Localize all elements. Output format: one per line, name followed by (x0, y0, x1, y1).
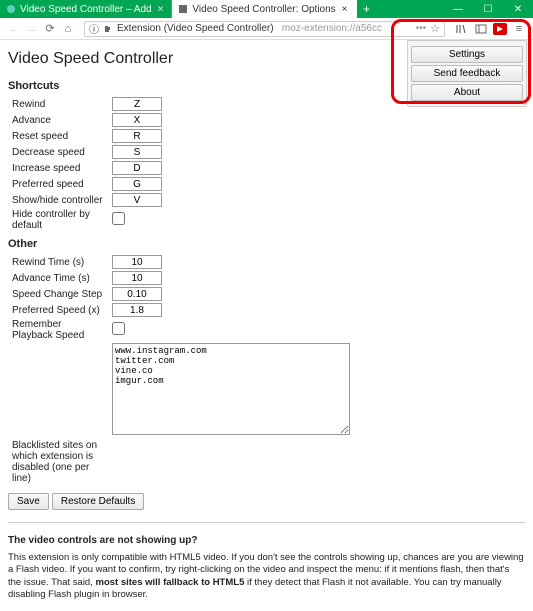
more-icon[interactable]: ••• (416, 23, 427, 34)
tab-favicon (6, 4, 16, 14)
restore-defaults-button[interactable]: Restore Defaults (52, 493, 144, 510)
menu-button[interactable]: ≡ (511, 21, 527, 37)
advance-time-label: Advance Time (s) (8, 270, 108, 286)
tab-title: Video Speed Controller – Add (20, 4, 152, 15)
new-tab-button[interactable]: + (357, 0, 377, 18)
help-text: This extension is only compatible with H… (8, 552, 525, 601)
rewind-time-label: Rewind Time (s) (8, 254, 108, 270)
close-icon[interactable]: × (156, 4, 166, 15)
decrease-label: Decrease speed (8, 144, 108, 160)
rewind-time-input[interactable] (112, 255, 162, 269)
back-button[interactable]: ← (6, 21, 22, 37)
reload-button[interactable]: ⟳ (42, 21, 58, 37)
library-icon[interactable] (453, 21, 469, 37)
advance-label: Advance (8, 112, 108, 128)
rewind-key-input[interactable] (112, 97, 162, 111)
preferred-key-input[interactable] (112, 177, 162, 191)
url-bar[interactable]: ⓘ Extension (Video Speed Controller) moz… (84, 21, 445, 37)
settings-button[interactable]: Settings (411, 46, 523, 63)
window-controls: — ☐ ✕ (443, 0, 533, 18)
sidebar-icon[interactable] (473, 21, 489, 37)
close-window-button[interactable]: ✕ (503, 0, 533, 18)
reset-key-input[interactable] (112, 129, 162, 143)
increase-label: Increase speed (8, 160, 108, 176)
tab-favicon (178, 4, 188, 14)
info-icon[interactable]: ⓘ (89, 21, 99, 36)
rewind-label: Rewind (8, 96, 108, 112)
about-button[interactable]: About (411, 84, 523, 101)
preferred-label: Preferred speed (8, 176, 108, 192)
hide-default-label: Hide controller by default (8, 208, 108, 232)
remember-label: Remember Playback Speed (8, 318, 108, 342)
showhide-label: Show/hide controller (8, 192, 108, 208)
tab-title: Video Speed Controller: Options (192, 4, 335, 15)
page-content: Video Speed Controller Shortcuts Rewind … (0, 40, 533, 611)
divider (8, 522, 525, 523)
extension-popup: Settings Send feedback About (407, 40, 527, 107)
pref-speed-label: Preferred Speed (x) (8, 302, 108, 318)
home-button[interactable]: ⌂ (60, 21, 76, 37)
browser-tab-1[interactable]: Video Speed Controller – Add × (0, 0, 172, 18)
url-text: Extension (Video Speed Controller) moz-e… (117, 23, 412, 34)
section-other-heading: Other (8, 238, 525, 250)
minimize-button[interactable]: — (443, 0, 473, 18)
advance-time-input[interactable] (112, 271, 162, 285)
send-feedback-button[interactable]: Send feedback (411, 65, 523, 82)
blacklist-textarea[interactable]: www.instagram.com twitter.com vine.co im… (112, 343, 350, 435)
extension-badge-icon[interactable] (493, 23, 507, 35)
pref-speed-input[interactable] (112, 303, 162, 317)
browser-tab-2[interactable]: Video Speed Controller: Options × (172, 0, 356, 18)
hide-default-checkbox[interactable] (112, 212, 125, 225)
save-button[interactable]: Save (8, 493, 49, 510)
browser-toolbar: ← → ⟳ ⌂ ⓘ Extension (Video Speed Control… (0, 18, 533, 40)
forward-button[interactable]: → (24, 21, 40, 37)
extension-icon (103, 24, 113, 34)
remember-checkbox[interactable] (112, 322, 125, 335)
step-label: Speed Change Step (8, 286, 108, 302)
maximize-button[interactable]: ☐ (473, 0, 503, 18)
step-input[interactable] (112, 287, 162, 301)
advance-key-input[interactable] (112, 113, 162, 127)
close-icon[interactable]: × (340, 4, 350, 15)
increase-key-input[interactable] (112, 161, 162, 175)
reset-label: Reset speed (8, 128, 108, 144)
decrease-key-input[interactable] (112, 145, 162, 159)
showhide-key-input[interactable] (112, 193, 162, 207)
help-title: The video controls are not showing up? (8, 535, 525, 546)
blacklist-label: Blacklisted sites on which extension is … (8, 439, 108, 485)
browser-titlebar: Video Speed Controller – Add × Video Spe… (0, 0, 533, 18)
bookmark-star-icon[interactable]: ☆ (430, 22, 440, 35)
